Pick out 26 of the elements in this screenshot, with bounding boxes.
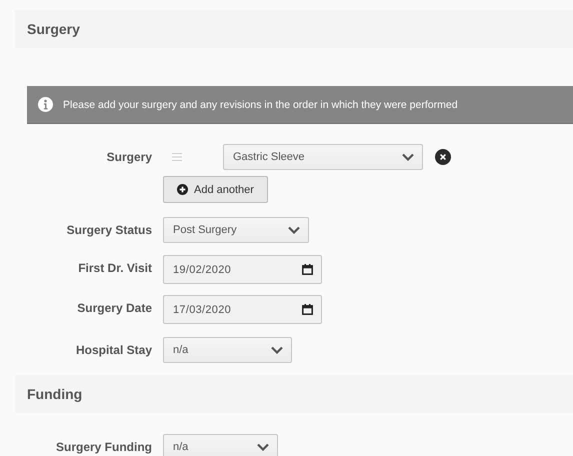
plus-circle-icon xyxy=(177,184,188,195)
section-title: Surgery xyxy=(26,20,81,39)
select-field[interactable]: Post Surgery xyxy=(163,217,309,243)
field-label: First Dr. Visit xyxy=(78,261,152,275)
calendar-icon xyxy=(302,304,313,315)
date-field[interactable]: 19/02/2020 xyxy=(163,255,322,284)
remove-icon[interactable] xyxy=(435,149,451,165)
section-title: Funding xyxy=(26,385,84,404)
calendar-icon xyxy=(302,264,313,275)
info-icon xyxy=(38,97,53,112)
field-label: Surgery Status xyxy=(66,223,152,237)
field-label: Surgery xyxy=(106,150,152,164)
select-field[interactable]: n/a xyxy=(163,434,278,456)
field-label: Hospital Stay xyxy=(76,343,152,357)
select-field[interactable]: n/a xyxy=(163,337,292,363)
select-field[interactable]: Gastric Sleeve xyxy=(223,144,423,170)
chevron-down-icon xyxy=(257,443,269,451)
chevron-down-icon xyxy=(271,346,283,354)
chevron-down-icon xyxy=(402,153,414,161)
chevron-down-icon xyxy=(288,226,300,234)
drag-handle-icon[interactable] xyxy=(172,153,182,161)
field-label: Surgery Date xyxy=(77,301,152,315)
date-field[interactable]: 17/03/2020 xyxy=(163,295,322,324)
add-another-button[interactable]: Add another xyxy=(163,176,268,203)
notice-text: Please add your surgery and any revisions in the order in which they were performed xyxy=(63,98,458,110)
field-label: Surgery Funding xyxy=(56,440,152,454)
